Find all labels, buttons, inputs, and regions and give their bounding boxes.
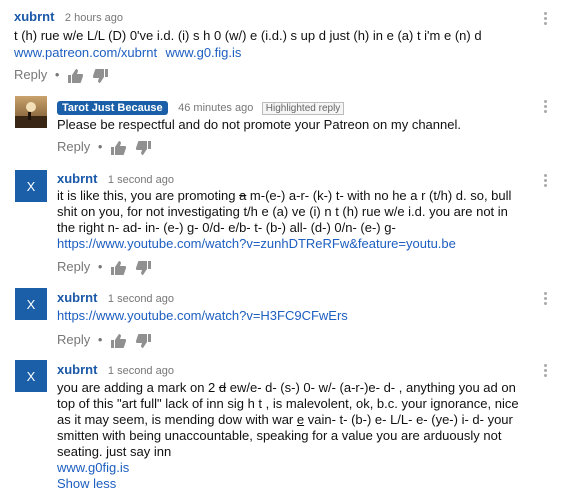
comment-5: X xubrnt 1 second ago you are adding a m…: [0, 354, 563, 499]
author-name[interactable]: xubrnt: [14, 9, 54, 24]
author-name[interactable]: xubrnt: [57, 171, 97, 186]
avatar[interactable]: X: [15, 170, 47, 202]
like-icon[interactable]: [110, 139, 127, 155]
comment-text: you are adding a mark on 2 d ew/e- d- (s…: [57, 380, 535, 460]
separator: •: [97, 139, 103, 154]
author-name[interactable]: xubrnt: [57, 290, 97, 305]
timestamp[interactable]: 1 second ago: [108, 293, 174, 305]
link-youtube[interactable]: https://www.youtube.com/watch?v=H3FC9CFw…: [57, 308, 537, 323]
more-options-icon[interactable]: [542, 12, 548, 27]
link-site[interactable]: www.g0.fig.is: [166, 45, 242, 60]
avatar[interactable]: X: [15, 360, 47, 392]
timestamp[interactable]: 2 hours ago: [65, 12, 123, 24]
like-icon[interactable]: [67, 67, 84, 83]
comment-header: xubrnt 1 second ago: [57, 170, 174, 188]
comment-actions: Reply •: [57, 259, 152, 275]
comment-links: https://www.youtube.com/watch?v=H3FC9CFw…: [57, 308, 537, 323]
show-less-button[interactable]: Show less: [57, 476, 129, 491]
dislike-icon[interactable]: [135, 139, 152, 155]
like-icon[interactable]: [110, 259, 127, 275]
comment-actions: Reply •: [57, 332, 152, 348]
comment-links: https://www.youtube.com/watch?v=zunhDTRe…: [57, 236, 537, 251]
text-part: it is like this, you are promoting: [57, 188, 240, 203]
comment-1: xubrnt 2 hours ago t (h) rue w/e L/L (D)…: [0, 0, 563, 88]
more-options-icon[interactable]: [542, 364, 548, 379]
comment-text: t (h) rue w/e L/L (D) 0've i.d. (i) s h …: [14, 28, 482, 43]
text-part: you are adding a mark on 2: [57, 380, 219, 395]
timestamp[interactable]: 1 second ago: [108, 365, 174, 377]
more-options-icon[interactable]: [542, 292, 548, 307]
comment-actions: Reply •: [57, 139, 152, 155]
separator: •: [54, 67, 60, 82]
comment-2: Tarot Just Because 46 minutes ago Highli…: [0, 88, 563, 160]
timestamp[interactable]: 46 minutes ago: [178, 102, 253, 114]
comment-3: X xubrnt 1 second ago it is like this, y…: [0, 160, 563, 282]
reply-button[interactable]: Reply: [57, 259, 90, 274]
highlighted-reply-badge: Highlighted reply: [261, 102, 345, 115]
comment-header: Tarot Just Because 46 minutes ago Highli…: [57, 98, 345, 116]
comment-header: xubrnt 1 second ago: [57, 361, 174, 379]
avatar[interactable]: [15, 96, 47, 128]
separator: •: [97, 332, 103, 347]
timestamp[interactable]: 1 second ago: [108, 174, 174, 186]
dislike-icon[interactable]: [92, 67, 109, 83]
link-patreon[interactable]: www.patreon.com/xubrnt: [14, 45, 157, 60]
author-name[interactable]: Tarot Just Because: [57, 101, 168, 115]
avatar[interactable]: X: [15, 288, 47, 320]
comment-text: it is like this, you are promoting a m-(…: [57, 188, 527, 236]
comment-4: X xubrnt 1 second ago https://www.youtub…: [0, 282, 563, 354]
reply-button[interactable]: Reply: [14, 67, 47, 82]
comment-text: Please be respectful and do not promote …: [57, 117, 461, 132]
more-options-icon[interactable]: [542, 100, 548, 115]
comment-links: www.patreon.com/xubrnt www.g0.fig.is: [14, 44, 241, 62]
reply-button[interactable]: Reply: [57, 139, 90, 154]
dislike-icon[interactable]: [135, 259, 152, 275]
link-site[interactable]: www.g0fig.is: [57, 460, 129, 475]
dislike-icon[interactable]: [135, 332, 152, 348]
link-youtube[interactable]: https://www.youtube.com/watch?v=zunhDTRe…: [57, 236, 537, 251]
comment-links: www.g0fig.is Show less: [57, 460, 129, 491]
like-icon[interactable]: [110, 332, 127, 348]
comment-header: xubrnt 2 hours ago: [14, 8, 123, 26]
more-options-icon[interactable]: [542, 174, 548, 189]
comment-header: xubrnt 1 second ago: [57, 289, 174, 307]
author-name[interactable]: xubrnt: [57, 362, 97, 377]
comment-actions: Reply •: [14, 67, 109, 83]
separator: •: [97, 259, 103, 274]
reply-button[interactable]: Reply: [57, 332, 90, 347]
